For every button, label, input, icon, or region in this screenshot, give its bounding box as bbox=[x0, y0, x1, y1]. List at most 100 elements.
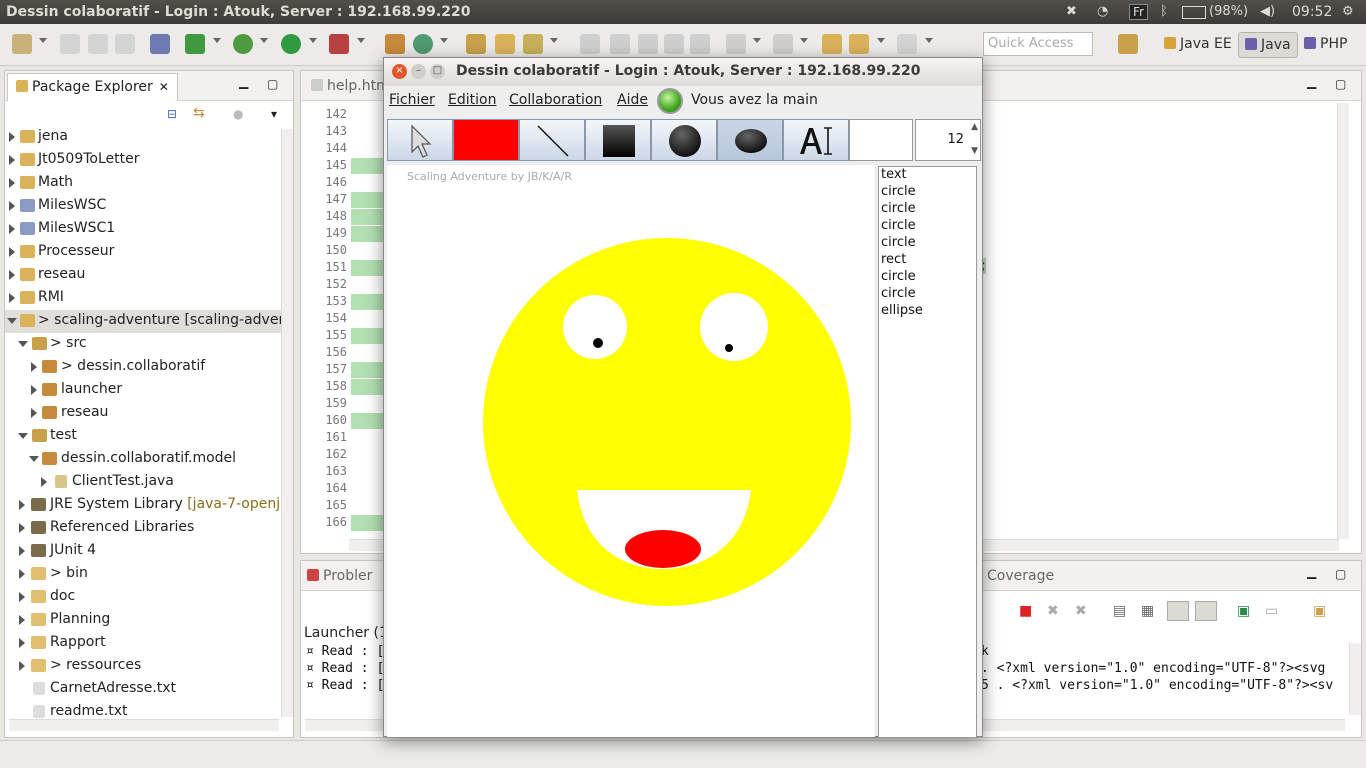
coverage-icon[interactable] bbox=[329, 34, 349, 54]
pin-console-icon[interactable]: ▣ bbox=[1237, 603, 1250, 619]
new-class-dropdown[interactable] bbox=[440, 38, 448, 43]
color-picker-button[interactable] bbox=[453, 119, 519, 161]
menu-fichier[interactable]: Fichier bbox=[389, 92, 435, 108]
wifi-icon[interactable]: ◔ bbox=[1097, 4, 1108, 19]
next-annotation-icon[interactable] bbox=[726, 34, 746, 54]
tree-item-processeur[interactable]: Processeur bbox=[5, 241, 283, 264]
forward-dropdown[interactable] bbox=[925, 38, 933, 43]
open-folder-icon[interactable] bbox=[495, 34, 515, 54]
skip-breakpoints-icon[interactable] bbox=[150, 34, 170, 54]
tree-item-src[interactable]: > src bbox=[5, 333, 283, 356]
run-dropdown[interactable] bbox=[309, 38, 317, 43]
back-icon[interactable] bbox=[849, 34, 869, 54]
drawing-canvas[interactable]: Scaling Adventure by JB/K/A/R bbox=[387, 165, 875, 737]
list-item[interactable]: circle bbox=[879, 218, 976, 235]
tree-item-junit4[interactable]: JUnit 4 bbox=[5, 540, 283, 563]
tree-item-rapport[interactable]: Rapport bbox=[5, 632, 283, 655]
spinner-down-icon[interactable]: ▼ bbox=[971, 146, 978, 156]
package-explorer-hscroll[interactable] bbox=[9, 719, 279, 731]
menu-edition[interactable]: Edition bbox=[448, 92, 496, 108]
annotation-icon[interactable] bbox=[580, 34, 600, 54]
last-edit-icon[interactable] bbox=[822, 34, 842, 54]
tree-item-math[interactable]: Math bbox=[5, 172, 283, 195]
close-icon[interactable]: ✕ bbox=[159, 80, 169, 94]
scroll-lock-icon[interactable]: ▦ bbox=[1141, 603, 1154, 619]
maximize-icon[interactable]: ▢ bbox=[1335, 77, 1346, 91]
line-tool-button[interactable] bbox=[519, 119, 585, 161]
tree-item-jre-system-library[interactable]: JRE System Library [java-7-openjdl bbox=[5, 494, 283, 517]
print-icon[interactable] bbox=[115, 34, 135, 54]
new-java-project-icon[interactable] bbox=[385, 34, 405, 54]
search-icon[interactable] bbox=[523, 34, 543, 54]
perspective-java-ee[interactable]: Java EE bbox=[1158, 32, 1238, 58]
tree-item-scaling-adventure[interactable]: > scaling-adventure [scaling-adventu bbox=[5, 310, 283, 333]
dialog-titlebar[interactable]: × – □ Dessin colaboratif - Login : Atouk… bbox=[384, 58, 982, 86]
prev-annotation-icon[interactable] bbox=[773, 34, 793, 54]
debug-dropdown[interactable] bbox=[260, 38, 268, 43]
show-console-out-icon[interactable] bbox=[1167, 601, 1189, 621]
close-icon[interactable]: × bbox=[392, 64, 407, 79]
gear-icon[interactable]: ⚙ bbox=[1342, 4, 1354, 19]
new-icon[interactable] bbox=[12, 34, 32, 54]
volume-icon[interactable]: ◀) bbox=[1260, 4, 1275, 19]
package-explorer-vscroll[interactable] bbox=[281, 129, 293, 717]
remove-launch-icon[interactable]: ✖ bbox=[1047, 603, 1059, 619]
list-item[interactable]: rect bbox=[879, 252, 976, 269]
list-item[interactable]: circle bbox=[879, 201, 976, 218]
block-selection-icon[interactable] bbox=[638, 34, 658, 54]
tree-item-readme-txt[interactable]: readme.txt bbox=[5, 701, 283, 719]
terminate-icon[interactable]: ■ bbox=[1019, 603, 1032, 619]
prev-annotation-dropdown[interactable] bbox=[800, 38, 808, 43]
maximize-icon[interactable]: □ bbox=[430, 64, 445, 79]
clock[interactable]: 09:52 bbox=[1292, 4, 1332, 20]
clear-console-icon[interactable]: ▤ bbox=[1113, 603, 1126, 619]
tree-item-jt0509toletter[interactable]: Jt0509ToLetter bbox=[5, 149, 283, 172]
launch-dropdown[interactable] bbox=[213, 38, 221, 43]
font-name-field[interactable] bbox=[849, 119, 913, 161]
problems-tab[interactable]: Probler bbox=[307, 568, 372, 584]
list-item[interactable]: ellipse bbox=[879, 303, 976, 320]
battery-icon[interactable] bbox=[1182, 6, 1206, 19]
circle-tool-button[interactable] bbox=[651, 119, 717, 161]
run-icon[interactable] bbox=[281, 34, 301, 54]
perspective-php[interactable]: PHP bbox=[1298, 32, 1353, 58]
tree-item-reseau-package[interactable]: reseau bbox=[5, 402, 283, 425]
rect-tool-button[interactable] bbox=[585, 119, 651, 161]
list-item[interactable]: circle bbox=[879, 235, 976, 252]
search-dropdown[interactable] bbox=[550, 38, 558, 43]
minimize-icon[interactable]: ▁ bbox=[239, 75, 248, 89]
show-console-err-icon[interactable] bbox=[1195, 601, 1217, 621]
maximize-icon[interactable]: ▢ bbox=[1335, 567, 1346, 581]
list-item[interactable]: circle bbox=[879, 184, 976, 201]
paragraph-icon[interactable] bbox=[690, 34, 710, 54]
select-tool-button[interactable] bbox=[387, 119, 453, 161]
remove-all-icon[interactable]: ✖ bbox=[1075, 603, 1087, 619]
spinner-up-icon[interactable]: ▲ bbox=[971, 122, 978, 132]
save-all-icon[interactable] bbox=[88, 34, 108, 54]
list-item[interactable]: circle bbox=[879, 286, 976, 303]
list-item[interactable]: text bbox=[879, 167, 976, 184]
text-tool-button[interactable] bbox=[783, 119, 849, 161]
close-all-icon[interactable]: ✖ bbox=[1066, 4, 1077, 19]
shape-list[interactable]: text circle circle circle circle rect ci… bbox=[878, 166, 977, 738]
focus-icon[interactable]: ● bbox=[233, 107, 243, 121]
tree-item-jena[interactable]: jena bbox=[5, 129, 283, 149]
display-console-icon[interactable]: ▭ bbox=[1265, 603, 1278, 619]
keyboard-layout-indicator[interactable]: Fr bbox=[1129, 4, 1148, 20]
collapse-all-icon[interactable]: ⊟ bbox=[167, 107, 177, 121]
tree-item-dessin-collaboratif[interactable]: > dessin.collaboratif bbox=[5, 356, 283, 379]
open-perspective-icon[interactable] bbox=[1118, 34, 1138, 54]
coverage-dropdown[interactable] bbox=[357, 38, 365, 43]
tree-item-bin[interactable]: > bin bbox=[5, 563, 283, 586]
new-class-icon[interactable] bbox=[413, 34, 433, 54]
editor-vscroll[interactable] bbox=[1337, 103, 1349, 539]
tree-item-planning[interactable]: Planning bbox=[5, 609, 283, 632]
tree-item-mileswsc[interactable]: MilesWSC bbox=[5, 195, 283, 218]
minimize-icon[interactable]: ▁ bbox=[1307, 565, 1316, 579]
back-dropdown[interactable] bbox=[877, 38, 885, 43]
next-annotation-dropdown[interactable] bbox=[753, 38, 761, 43]
tree-item-reseau[interactable]: reseau bbox=[5, 264, 283, 287]
perspective-java[interactable]: Java bbox=[1238, 32, 1298, 58]
toggle-mark-icon[interactable] bbox=[610, 34, 630, 54]
open-type-icon[interactable] bbox=[466, 34, 486, 54]
